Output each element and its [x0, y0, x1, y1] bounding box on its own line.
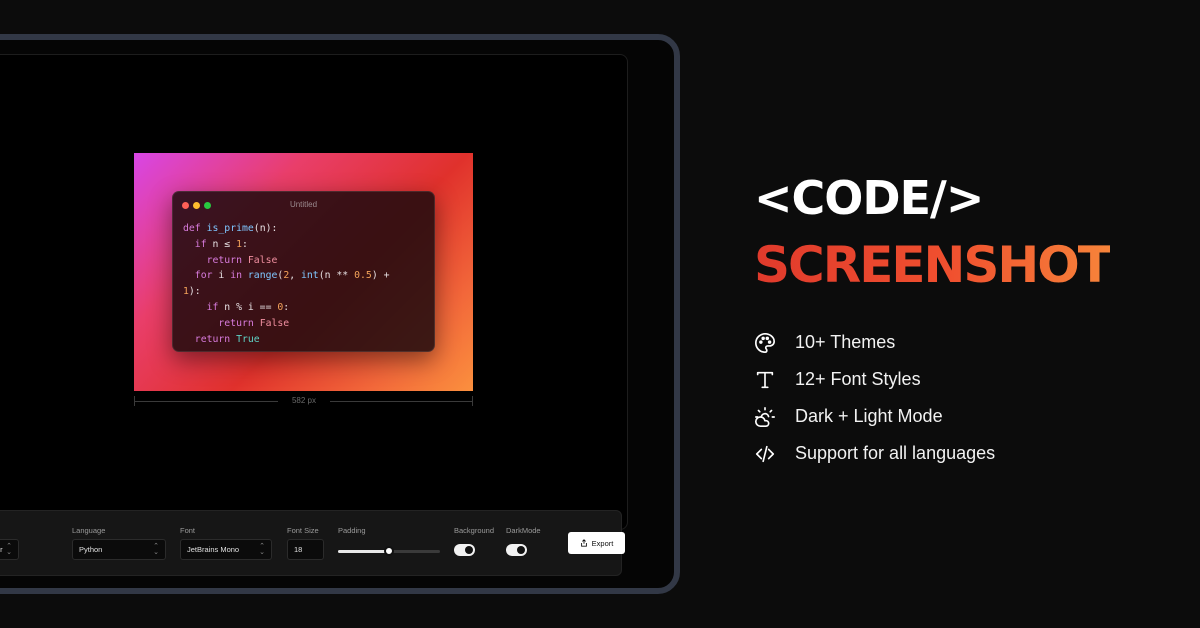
code-line: def is_prime(n): [183, 223, 278, 234]
code-line: if n % i == 0: [206, 301, 290, 313]
code-line: for i in range(2, int(n ** 0.5) + [194, 270, 390, 282]
feature-text: 10+ Themes [795, 332, 896, 352]
feature-text: Support for all languages [795, 443, 996, 463]
feature-item: 10+ Themes [754, 324, 995, 361]
window-title: Untitled [289, 200, 318, 209]
code-line: if n ≤ 1: [194, 238, 248, 250]
code-line: return False [218, 317, 290, 329]
code-line: 1): [183, 286, 201, 298]
feature-list: 10+ Themes 12+ Font Styles Dark + Light … [754, 324, 995, 472]
hero-subtitle: SCREENSHOT [754, 236, 1112, 294]
feature-text: 12+ Font Styles [795, 369, 921, 389]
code-line: return True [194, 333, 260, 345]
code-line: return False [206, 254, 278, 266]
text-type-icon [754, 368, 780, 392]
palette-icon [754, 331, 780, 355]
code-window: Untitled def is_prime(n): if n ≤ 1: retu… [172, 191, 435, 352]
code-icon [754, 442, 780, 466]
feature-item: Support for all languages [754, 435, 995, 472]
dimension-tick-right [472, 396, 473, 406]
feature-item: Dark + Light Mode [754, 398, 995, 435]
feature-item: 12+ Font Styles [754, 361, 995, 398]
width-label: 582 px [278, 396, 330, 405]
code-block[interactable]: def is_prime(n): if n ≤ 1: return False … [183, 221, 428, 347]
feature-text: Dark + Light Mode [795, 406, 943, 426]
hero-title: <CODE/> [754, 171, 984, 225]
sun-cloud-icon [754, 405, 780, 429]
